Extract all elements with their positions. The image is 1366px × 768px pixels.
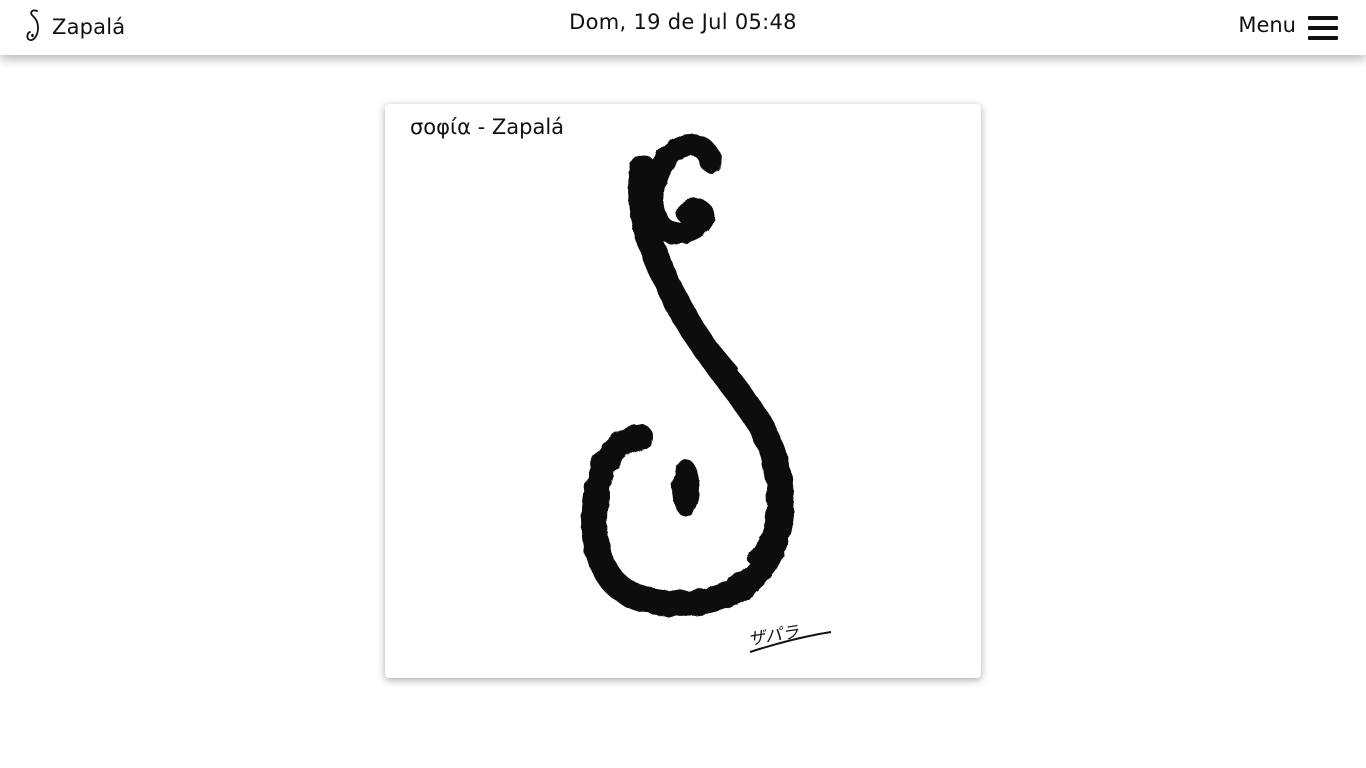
top-navigation-bar: Zapalá Dom, 19 de Jul 05:48 Menu	[0, 0, 1366, 55]
signature-stamp: ザパラ	[747, 622, 832, 653]
svg-text:ザパラ: ザパラ	[747, 622, 801, 650]
artwork-card: σοφία - Zapalá ザパラ	[385, 104, 981, 678]
hamburger-icon	[1308, 16, 1338, 40]
menu-label: Menu	[1238, 13, 1296, 37]
menu-button[interactable]: Menu	[1238, 8, 1338, 42]
ink-s-artwork-image: ザパラ	[581, 134, 832, 653]
current-datetime: Dom, 19 de Jul 05:48	[569, 10, 797, 34]
artwork-title: σοφία - Zapalá	[410, 115, 565, 139]
